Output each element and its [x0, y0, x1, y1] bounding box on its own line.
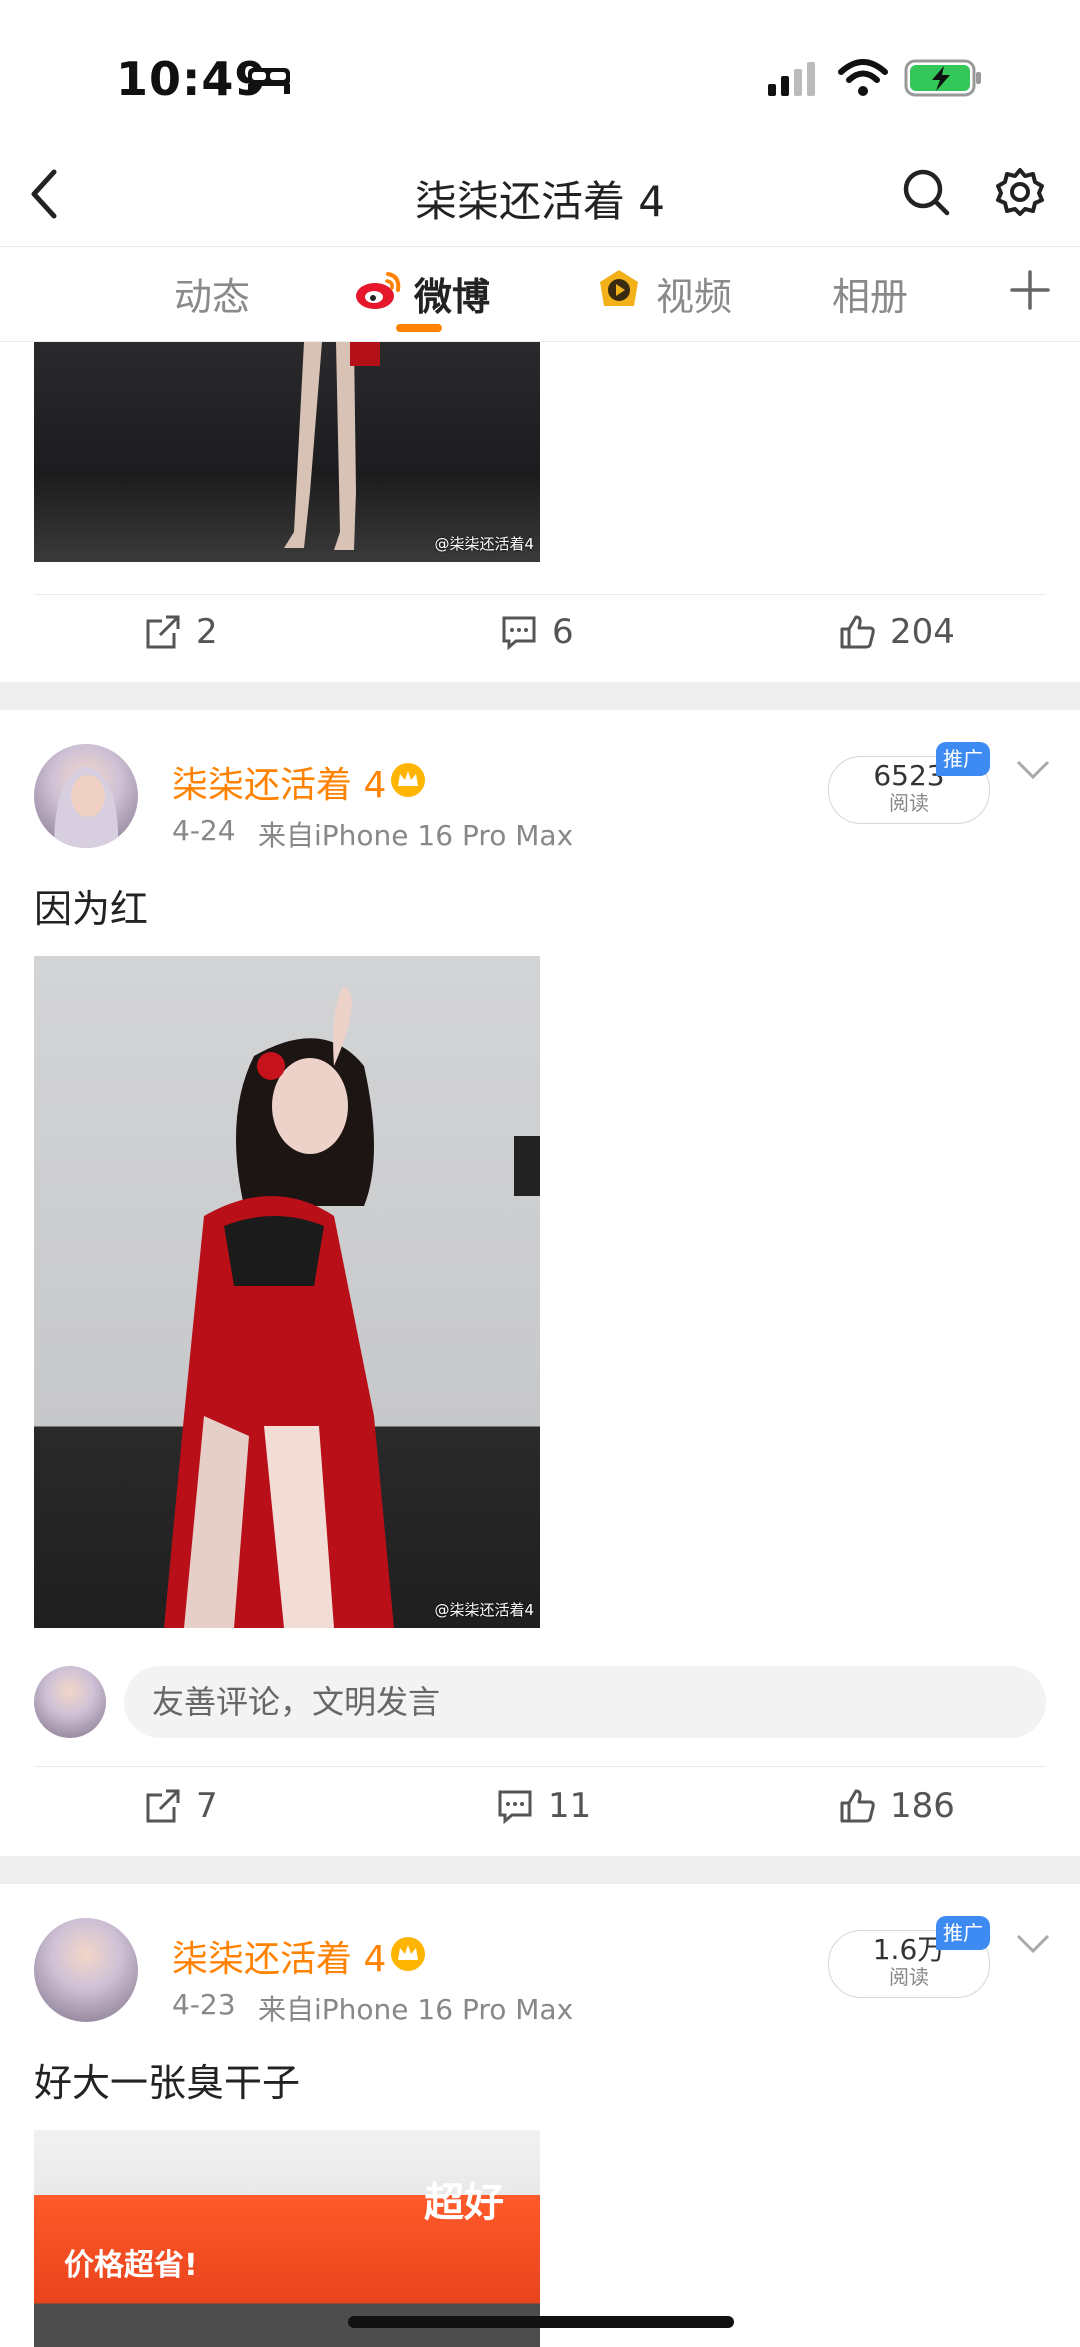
post-username[interactable]: 柒柒还活着 4	[172, 1930, 386, 1982]
repost-button[interactable]: 2	[144, 612, 218, 652]
promo-badge: 推广	[936, 742, 990, 776]
image-watermark: @柒柒还活着4	[434, 1601, 534, 1619]
post-text: 因为红	[34, 887, 149, 931]
read-count-label: 阅读	[889, 1965, 929, 1989]
read-count-label: 阅读	[889, 791, 929, 815]
post-date: 4-23	[172, 1988, 236, 2021]
avatar[interactable]	[34, 1918, 138, 2022]
post-date: 4-24	[172, 814, 236, 847]
video-tab-icon	[600, 270, 638, 306]
commenter-avatar	[34, 1666, 106, 1738]
store-sign-text: 超好	[424, 2180, 504, 2226]
like-count: 186	[890, 1786, 955, 1826]
post-text: 好大一张臭干子	[34, 2061, 301, 2105]
photo-figure	[164, 986, 540, 1628]
comment-icon	[498, 1790, 532, 1825]
repost-button[interactable]: 7	[144, 1786, 218, 1826]
cellular-signal-icon	[768, 62, 815, 96]
comment-count: 11	[548, 1786, 592, 1826]
tab-weibo[interactable]: 微博	[414, 266, 490, 321]
store-sign-text: 价格超省!	[64, 2248, 198, 2283]
post-source: 来自iPhone 16 Pro Max	[258, 819, 574, 852]
photo-figure-legs	[284, 342, 380, 550]
chevron-down-icon[interactable]	[1014, 758, 1052, 782]
avatar-portrait	[54, 766, 119, 848]
wifi-icon	[838, 59, 888, 96]
avatar[interactable]	[34, 744, 138, 848]
chevron-down-icon[interactable]	[1014, 1932, 1052, 1956]
promo-badge: 推广	[936, 1916, 990, 1950]
like-count: 204	[890, 612, 955, 652]
repost-icon	[146, 615, 180, 649]
tab-video[interactable]: 视频	[656, 266, 732, 321]
action-divider	[34, 1766, 1046, 1767]
post-separator	[0, 1856, 1080, 1884]
battery-charging-icon	[904, 59, 981, 97]
action-divider	[34, 594, 1046, 595]
post-image[interactable]: @柒柒还活着4	[34, 956, 540, 1628]
search-icon[interactable]	[900, 166, 952, 218]
repost-count: 2	[196, 612, 218, 652]
add-tab-icon[interactable]	[1010, 270, 1050, 310]
comment-icon	[502, 616, 536, 651]
comment-placeholder: 友善评论，文明发言	[152, 1683, 441, 1721]
thumbs-up-icon	[840, 1789, 875, 1823]
gear-icon[interactable]	[994, 166, 1046, 218]
weibo-logo-icon	[356, 272, 401, 309]
sleep-mode-icon	[248, 68, 290, 94]
status-time: 10:49	[116, 52, 268, 106]
post-image[interactable]: 价格超省! 超好	[34, 2130, 540, 2347]
tab-active-indicator	[396, 324, 442, 332]
repost-icon	[146, 1789, 180, 1823]
post-username[interactable]: 柒柒还活着 4	[172, 756, 386, 808]
comment-button[interactable]: 6	[500, 612, 574, 652]
home-indicator	[348, 2316, 734, 2328]
image-watermark: @柒柒还活着4	[434, 535, 534, 553]
post-source: 来自iPhone 16 Pro Max	[258, 1993, 574, 2026]
comment-count: 6	[552, 612, 574, 652]
tab-feed[interactable]: 动态	[174, 266, 250, 321]
repost-count: 7	[196, 1786, 218, 1826]
like-button[interactable]: 204	[838, 612, 955, 652]
vip-crown-icon	[391, 1937, 425, 1971]
like-button[interactable]: 186	[838, 1786, 955, 1826]
thumbs-up-icon	[840, 615, 875, 649]
comment-input[interactable]: 友善评论，文明发言	[124, 1666, 1046, 1738]
tab-album[interactable]: 相册	[832, 266, 908, 321]
post-image[interactable]: @柒柒还活着4	[34, 342, 540, 562]
comment-button[interactable]: 11	[496, 1786, 591, 1826]
tabs-top-divider	[0, 246, 1080, 247]
vip-crown-icon	[391, 763, 425, 797]
post-separator	[0, 682, 1080, 710]
